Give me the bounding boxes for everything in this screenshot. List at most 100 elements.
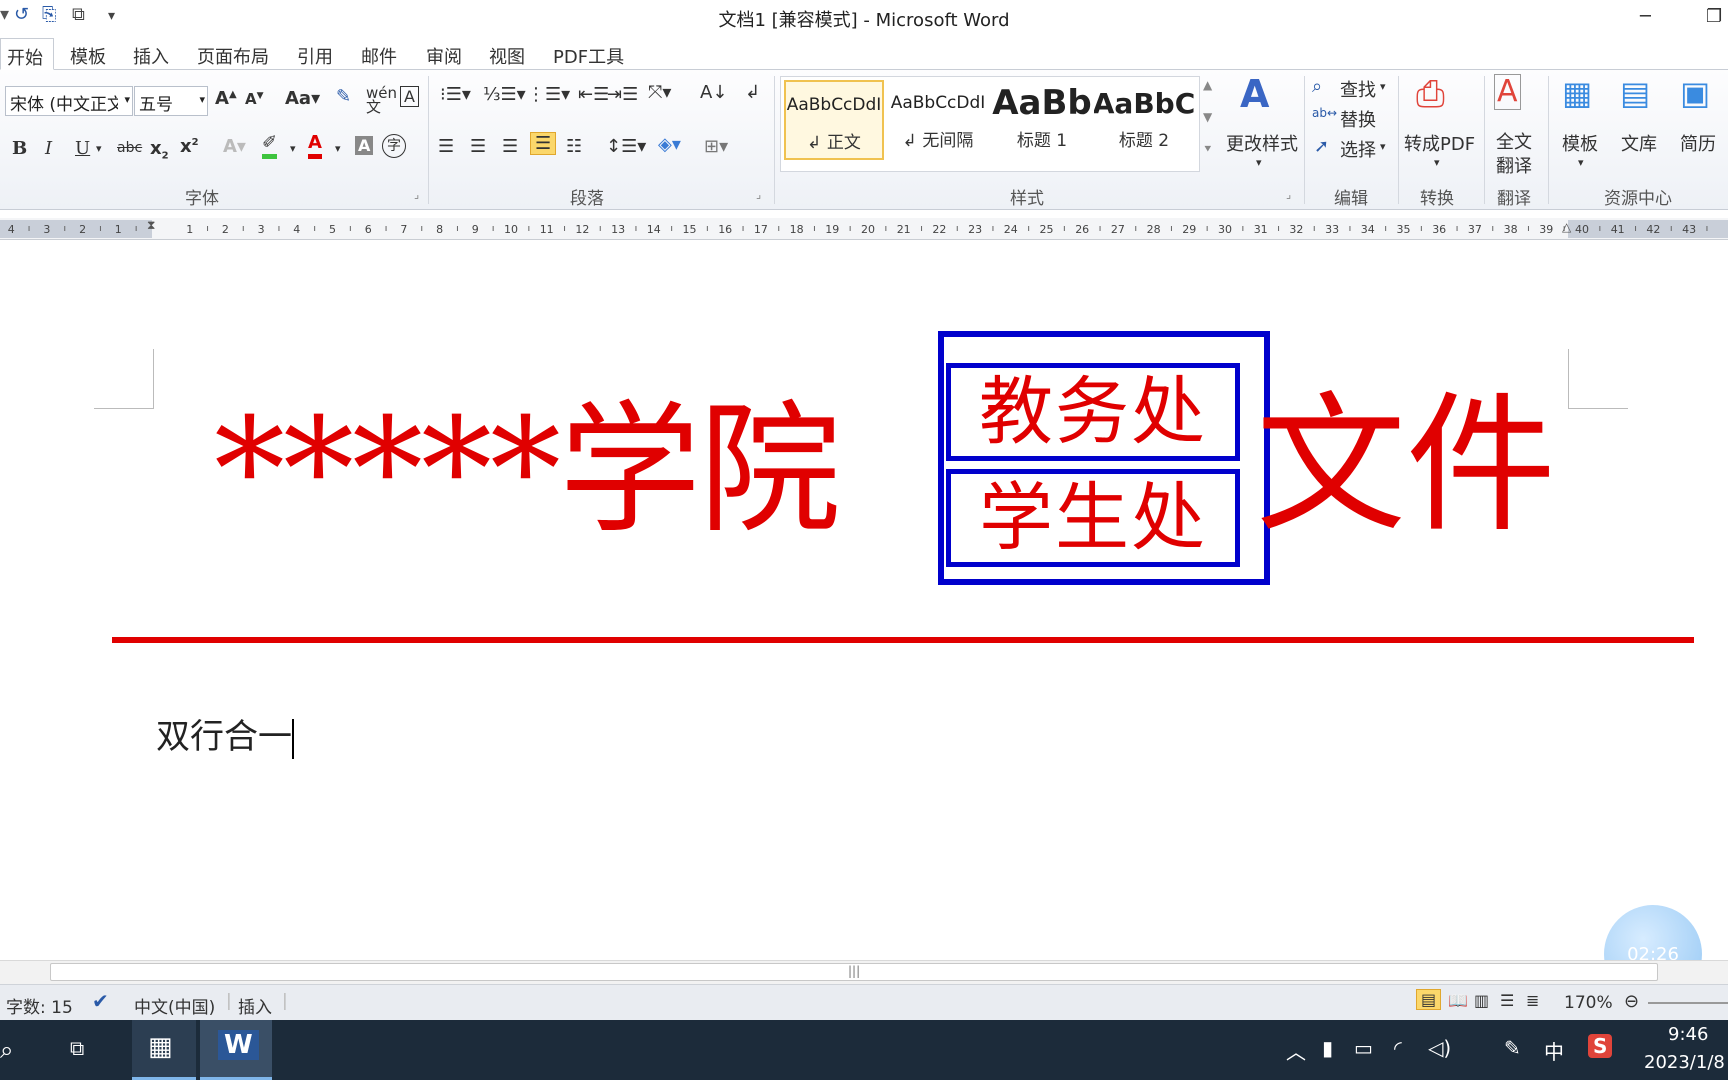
multilevel-list-icon[interactable]: ⋮☰▾	[527, 84, 570, 105]
templates-button[interactable]: 模板	[1562, 130, 1598, 156]
full-translate-line2[interactable]: 翻译	[1496, 152, 1532, 178]
tab-mailings[interactable]: 邮件	[361, 43, 397, 69]
microphone-icon[interactable]: ▮	[1322, 1036, 1333, 1060]
resume-icon[interactable]: ▣	[1680, 74, 1710, 112]
grow-font-icon[interactable]: A▲	[215, 88, 237, 109]
phonetic-guide-icon[interactable]: wén 文	[366, 84, 397, 123]
char-shading-icon[interactable]: A	[355, 136, 374, 155]
clock-date[interactable]: 2023/1/8	[1644, 1052, 1725, 1073]
tab-view[interactable]: 视图	[489, 43, 525, 69]
indent-marker-icon[interactable]: ⧗	[147, 218, 155, 233]
pdf-icon[interactable]: ⎙	[1416, 74, 1445, 116]
search-icon[interactable]: ⌕	[0, 1036, 13, 1064]
align-center-icon[interactable]: ☰	[470, 136, 486, 157]
tab-page-layout[interactable]: 页面布局	[197, 43, 269, 69]
outline-view-icon[interactable]: ☰	[1500, 991, 1514, 1010]
minimize-button[interactable]: ─	[1640, 6, 1651, 27]
replace-button[interactable]: 替换	[1340, 106, 1376, 132]
shading-icon[interactable]: ◈▾	[658, 134, 681, 155]
superscript-icon[interactable]: x2	[180, 136, 199, 157]
pen-icon[interactable]: ✎	[1504, 1036, 1521, 1060]
language-status[interactable]: 中文(中国)	[134, 993, 215, 1018]
sort-icon[interactable]: A↓	[700, 82, 727, 103]
resume-button[interactable]: 简历	[1680, 130, 1716, 156]
change-styles-icon[interactable]: A	[1240, 72, 1269, 116]
wifi-icon[interactable]: ◜	[1394, 1036, 1402, 1060]
body-text[interactable]: 双行合一	[156, 709, 294, 759]
library-button[interactable]: 文库	[1621, 130, 1657, 156]
tab-templates[interactable]: 模板	[70, 43, 106, 69]
binoculars-icon[interactable]: ⌕	[1312, 76, 1322, 97]
style-normal[interactable]: AaBbCcDdI ↲ 正文	[784, 80, 884, 160]
text-effects-icon[interactable]: A▾	[223, 136, 246, 157]
show-marks-icon[interactable]: ↲	[745, 82, 760, 103]
find-button[interactable]: 查找	[1340, 76, 1376, 102]
print-layout-icon[interactable]: ▤	[1416, 989, 1442, 1010]
tab-pdf-tools[interactable]: PDF工具	[553, 43, 624, 69]
enclose-char-icon[interactable]: 字	[382, 134, 406, 158]
tray-chevron-icon[interactable]: ︿	[1286, 1036, 1306, 1065]
convert-pdf-dropdown-icon[interactable]: ▾	[1434, 156, 1440, 169]
line-spacing-icon[interactable]: ↕☰▾	[606, 136, 646, 157]
task-view-icon[interactable]: ⧉	[70, 1036, 84, 1060]
char-border-icon[interactable]: A	[400, 86, 419, 107]
full-translate-line1[interactable]: 全文	[1496, 128, 1532, 154]
gallery-more-icon[interactable]: ⯆	[1203, 142, 1213, 157]
font-name-combo[interactable]: 宋体 (中文正文)▾	[5, 86, 133, 116]
change-styles-dropdown-icon[interactable]: ▾	[1256, 156, 1262, 169]
align-left-icon[interactable]: ☰	[438, 136, 454, 157]
horizontal-scrollbar[interactable]: |||	[0, 960, 1728, 984]
translate-icon[interactable]: A	[1494, 74, 1521, 110]
subscript-icon[interactable]: x2	[150, 138, 169, 162]
zoom-out-icon[interactable]: ⊖	[1624, 991, 1639, 1012]
ime-indicator[interactable]: 中	[1544, 1036, 1564, 1065]
word-count[interactable]: 字数: 15	[6, 993, 73, 1018]
reading-view-icon[interactable]: 📖	[1448, 991, 1468, 1010]
sogou-icon[interactable]: S	[1588, 1034, 1613, 1058]
gallery-down-icon[interactable]: ▼	[1203, 110, 1212, 124]
styles-dialog-launcher-icon[interactable]: ⌟	[1286, 188, 1291, 201]
underline-dropdown-icon[interactable]: ▾	[96, 142, 102, 155]
insert-mode[interactable]: 插入	[238, 993, 272, 1018]
font-dialog-launcher-icon[interactable]: ⌟	[414, 188, 419, 201]
gallery-up-icon[interactable]: ▲	[1203, 78, 1212, 92]
decrease-indent-icon[interactable]: ⇤☰	[578, 84, 609, 105]
calculator-taskbar-button[interactable]: ▦	[132, 1020, 196, 1080]
italic-button[interactable]: I	[45, 138, 52, 159]
zoom-slider[interactable]	[1648, 1002, 1728, 1004]
horizontal-ruler[interactable]: 4 3 2 1 1 2 3 4 5 6 7 8 9 10 11 12 13 14 15 16 17 18 19 20 21 22 2…	[0, 218, 1728, 240]
right-indent-marker-icon[interactable]: △	[1562, 220, 1571, 234]
style-no-spacing[interactable]: AaBbCcDdI ↲ 无间隔	[888, 80, 988, 160]
volume-icon[interactable]: ◁)	[1428, 1036, 1451, 1060]
style-heading-1[interactable]: AaBb 标题 1	[992, 80, 1092, 160]
tab-review[interactable]: 审阅	[426, 43, 462, 69]
align-right-icon[interactable]: ☰	[502, 136, 518, 157]
asian-layout-icon[interactable]: ⤧▾	[648, 82, 671, 103]
numbering-icon[interactable]: ⅓☰▾	[483, 84, 526, 105]
tab-insert[interactable]: 插入	[133, 43, 169, 69]
convert-pdf-button[interactable]: 转成PDF	[1404, 130, 1475, 156]
clear-format-icon[interactable]: ✎	[336, 86, 351, 107]
paragraph-dialog-launcher-icon[interactable]: ⌟	[756, 188, 761, 201]
word-taskbar-button[interactable]: W	[200, 1020, 272, 1080]
maximize-button[interactable]: ❐	[1706, 6, 1722, 27]
underline-button[interactable]: U	[75, 138, 90, 159]
highlight-icon[interactable]: ✐	[262, 132, 278, 159]
borders-icon[interactable]: ⊞▾	[704, 136, 728, 157]
draft-view-icon[interactable]: ≣	[1526, 991, 1539, 1010]
library-icon[interactable]: ▤	[1620, 74, 1650, 112]
document-page[interactable]: *****学院 教务处 学生处 文件 双行合一	[0, 241, 1728, 960]
shrink-font-icon[interactable]: A▼	[245, 90, 264, 108]
select-button[interactable]: 选择	[1340, 136, 1376, 162]
change-case-icon[interactable]: Aa▾	[285, 88, 320, 109]
proofing-icon[interactable]: ✔	[92, 989, 109, 1013]
battery-icon[interactable]: ▭	[1354, 1036, 1373, 1060]
replace-icon[interactable]: ab↔	[1312, 106, 1337, 120]
bold-button[interactable]: B	[12, 138, 27, 159]
select-dropdown-icon[interactable]: ▾	[1380, 140, 1386, 153]
clock-time[interactable]: 9:46	[1668, 1024, 1708, 1045]
style-heading-2[interactable]: AaBbC 标题 2	[1094, 80, 1194, 160]
tab-home[interactable]: 开始	[0, 38, 54, 70]
change-styles-button[interactable]: 更改样式	[1226, 130, 1298, 156]
font-color-dropdown-icon[interactable]: ▾	[335, 142, 341, 155]
